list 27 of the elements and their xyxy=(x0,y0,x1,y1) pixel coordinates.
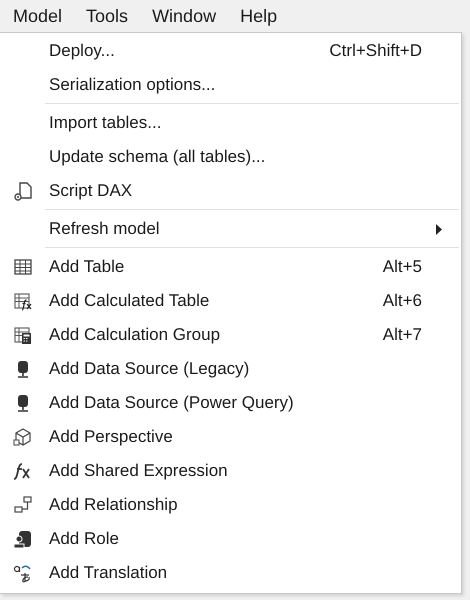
menu-item[interactable]: Serialization options... xyxy=(49,75,461,95)
menu-item[interactable]: Add Calculation Group xyxy=(49,325,383,345)
menu-item[interactable]: Add Perspective xyxy=(49,427,461,447)
menu-item[interactable]: Import tables... xyxy=(49,113,461,133)
menu-item[interactable]: Add Translation xyxy=(49,563,461,583)
shortcut-text: Alt+6 xyxy=(382,291,422,311)
menu-item[interactable]: Refresh model xyxy=(49,219,461,239)
document-icon xyxy=(12,180,34,202)
shortcut-text: Alt+5 xyxy=(382,257,422,277)
menu-item[interactable]: Add Data Source (Legacy) xyxy=(49,359,461,379)
menu-bar-item[interactable]: Model xyxy=(10,6,76,26)
shortcut-text: Alt+7 xyxy=(382,325,422,345)
menu-item[interactable]: Add Calculated Table xyxy=(49,291,383,311)
menu-item[interactable]: Add Table xyxy=(49,257,383,277)
menu-item[interactable]: Add Role xyxy=(49,529,461,549)
shortcut-text: Ctrl+Shift+D xyxy=(329,41,422,61)
menu-item[interactable]: Add Shared Expression xyxy=(49,461,461,481)
menu-item[interactable]: Add Data Source (Power Query) xyxy=(49,393,461,413)
cube-icon xyxy=(12,426,34,448)
menu-item[interactable]: Update schema (all tables)... xyxy=(49,147,461,167)
menu-bar-item[interactable]: Help xyxy=(237,6,292,26)
menu-bar-item[interactable]: Tools xyxy=(83,6,142,26)
database-user-icon xyxy=(12,528,34,550)
menu-item[interactable]: Deploy... xyxy=(49,41,330,61)
menu-bar-item[interactable]: Window xyxy=(149,6,230,26)
menu-item[interactable]: Add Relationship xyxy=(49,495,461,515)
menu-item[interactable]: Script DAX xyxy=(49,181,461,201)
